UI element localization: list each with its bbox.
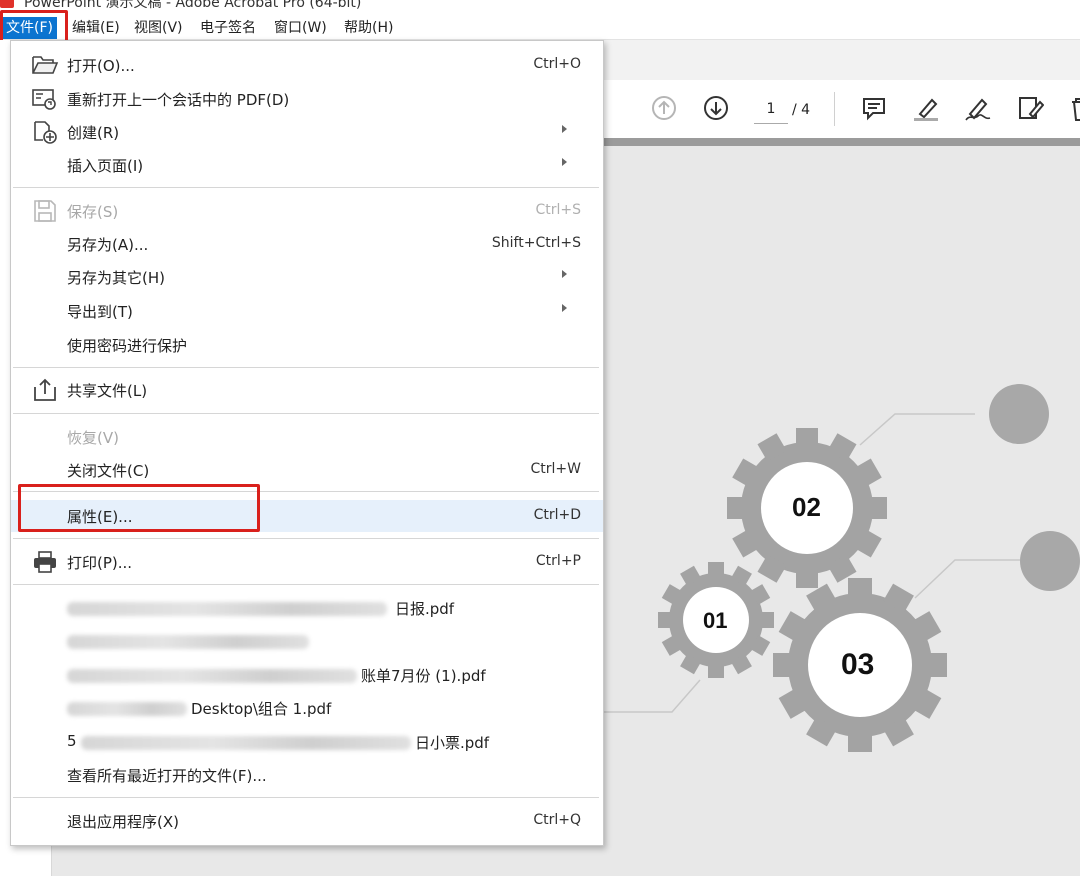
menu-item-label: 恢复(V)	[67, 429, 119, 447]
menu-item-label: 退出应用程序(X)	[67, 813, 179, 831]
blurred-path	[67, 669, 357, 683]
recent-file-item[interactable]	[11, 625, 603, 657]
recent-file-index: 5	[67, 732, 77, 750]
menu-e-sign[interactable]: 电子签名	[200, 18, 256, 38]
page-number-input[interactable]: 1	[754, 96, 788, 124]
gear-label-02: 02	[792, 492, 821, 522]
share-icon	[34, 378, 56, 401]
recent-file-item[interactable]: 日报.pdf	[11, 592, 603, 624]
page-down-icon[interactable]	[702, 94, 730, 122]
comment-icon[interactable]	[860, 94, 888, 122]
recent-file-name: Desktop\组合 1.pdf	[191, 700, 332, 718]
menu-item-export-to[interactable]: 导出到(T)	[11, 295, 603, 327]
printer-icon	[34, 551, 56, 573]
menu-item-open[interactable]: 打开(O)... Ctrl+O	[11, 49, 603, 81]
menu-divider	[13, 538, 599, 539]
menu-divider	[13, 367, 599, 368]
annotation-box-properties	[18, 484, 260, 532]
menu-item-label: 重新打开上一个会话中的 PDF(D)	[67, 91, 290, 109]
title-bar: PowerPoint 演示文稿 - Adobe Acrobat Pro (64-…	[0, 0, 1080, 14]
delete-icon[interactable]	[1066, 94, 1080, 122]
menu-item-label: 关闭文件(C)	[67, 462, 150, 480]
menu-item-insert-pages[interactable]: 插入页面(I)	[11, 149, 603, 181]
recent-file-name: 日小票.pdf	[415, 734, 490, 752]
save-icon	[34, 200, 56, 222]
menu-item-label: 保存(S)	[67, 203, 119, 221]
menu-item-label: 使用密码进行保护	[67, 337, 188, 355]
menu-item-share-file[interactable]: 共享文件(L)	[11, 374, 603, 406]
menu-divider	[13, 187, 599, 188]
window-title: PowerPoint 演示文稿 - Adobe Acrobat Pro (64-…	[24, 0, 362, 11]
create-pdf-icon	[34, 121, 57, 144]
recent-file-item[interactable]: 账单7月份 (1).pdf	[11, 659, 603, 691]
sign-icon[interactable]	[964, 94, 992, 122]
menu-help[interactable]: 帮助(H)	[344, 18, 393, 38]
menu-item-exit[interactable]: 退出应用程序(X) Ctrl+Q	[11, 805, 603, 837]
toolbar-separator	[834, 92, 835, 126]
submenu-arrow-icon	[562, 304, 567, 312]
recent-file-name: 日报.pdf	[395, 600, 455, 618]
menu-item-label: 打印(P)...	[67, 554, 133, 572]
menu-item-print[interactable]: 打印(P)... Ctrl+P	[11, 546, 603, 578]
menu-item-label: 查看所有最近打开的文件(F)...	[67, 767, 267, 785]
blurred-path	[67, 602, 387, 616]
menu-item-save[interactable]: 保存(S) Ctrl+S	[11, 195, 603, 227]
acrobat-app-icon	[0, 0, 14, 8]
menu-window[interactable]: 窗口(W)	[274, 18, 327, 38]
page-total: / 4	[792, 102, 811, 118]
menu-item-label: 插入页面(I)	[67, 157, 144, 175]
menu-item-label: 共享文件(L)	[67, 382, 148, 400]
menu-edit[interactable]: 编辑(E)	[72, 18, 120, 38]
recent-file-item[interactable]: 5 日小票.pdf	[11, 726, 603, 758]
tab-bar-area	[600, 40, 1080, 80]
menu-item-password-protect[interactable]: 使用密码进行保护	[11, 329, 603, 361]
menu-item-save-as-other[interactable]: 另存为其它(H)	[11, 261, 603, 293]
menu-item-save-as[interactable]: 另存为(A)... Shift+Ctrl+S	[11, 228, 603, 260]
menu-item-label: 创建(R)	[67, 124, 120, 142]
menu-item-shortcut: Ctrl+O	[533, 56, 581, 72]
menu-item-view-all-recent[interactable]: 查看所有最近打开的文件(F)...	[11, 759, 603, 791]
menu-item-reopen-session[interactable]: 重新打开上一个会话中的 PDF(D)	[11, 83, 603, 115]
menu-divider	[13, 413, 599, 414]
menu-divider	[13, 584, 599, 585]
menu-item-shortcut: Ctrl+W	[530, 461, 581, 477]
menu-item-label: 打开(O)...	[67, 57, 135, 75]
menu-divider	[13, 797, 599, 798]
gear-illustration	[560, 384, 1080, 752]
gear-label-01: 01	[703, 608, 728, 633]
menu-item-shortcut: Ctrl+Q	[533, 812, 581, 828]
submenu-arrow-icon	[562, 125, 567, 133]
submenu-arrow-icon	[562, 158, 567, 166]
menu-item-label: 另存为(A)...	[67, 236, 149, 254]
file-menu-dropdown: 打开(O)... Ctrl+O 重新打开上一个会话中的 PDF(D) 创建(R)…	[10, 40, 604, 846]
menu-item-shortcut: Ctrl+P	[535, 553, 581, 569]
menu-item-label: 另存为其它(H)	[67, 269, 165, 287]
menu-item-label: 导出到(T)	[67, 303, 133, 321]
toolbar-bottom-strip	[600, 138, 1080, 146]
menu-item-shortcut: Ctrl+D	[533, 507, 581, 523]
submenu-arrow-icon	[562, 270, 567, 278]
menu-bar: 文件(F) 编辑(E) 视图(V) 电子签名 窗口(W) 帮助(H)	[0, 14, 1080, 40]
reopen-icon	[32, 89, 56, 110]
edit-pdf-icon[interactable]	[1016, 94, 1044, 122]
menu-item-create[interactable]: 创建(R)	[11, 116, 603, 148]
menu-item-close-file[interactable]: 关闭文件(C) Ctrl+W	[11, 454, 603, 486]
blurred-path	[67, 702, 187, 716]
menu-view[interactable]: 视图(V)	[134, 18, 183, 38]
blurred-path	[81, 736, 411, 750]
menu-item-shortcut: Shift+Ctrl+S	[491, 235, 581, 251]
blurred-path	[67, 635, 309, 649]
highlight-icon[interactable]	[912, 94, 940, 122]
recent-file-name: 账单7月份 (1).pdf	[361, 667, 486, 685]
gear-label-03: 03	[841, 648, 875, 681]
folder-open-icon	[32, 56, 59, 74]
page-up-icon[interactable]	[650, 94, 678, 122]
recent-file-item[interactable]: Desktop\组合 1.pdf	[11, 692, 603, 724]
menu-item-shortcut: Ctrl+S	[535, 202, 581, 218]
menu-item-revert[interactable]: 恢复(V)	[11, 421, 603, 453]
